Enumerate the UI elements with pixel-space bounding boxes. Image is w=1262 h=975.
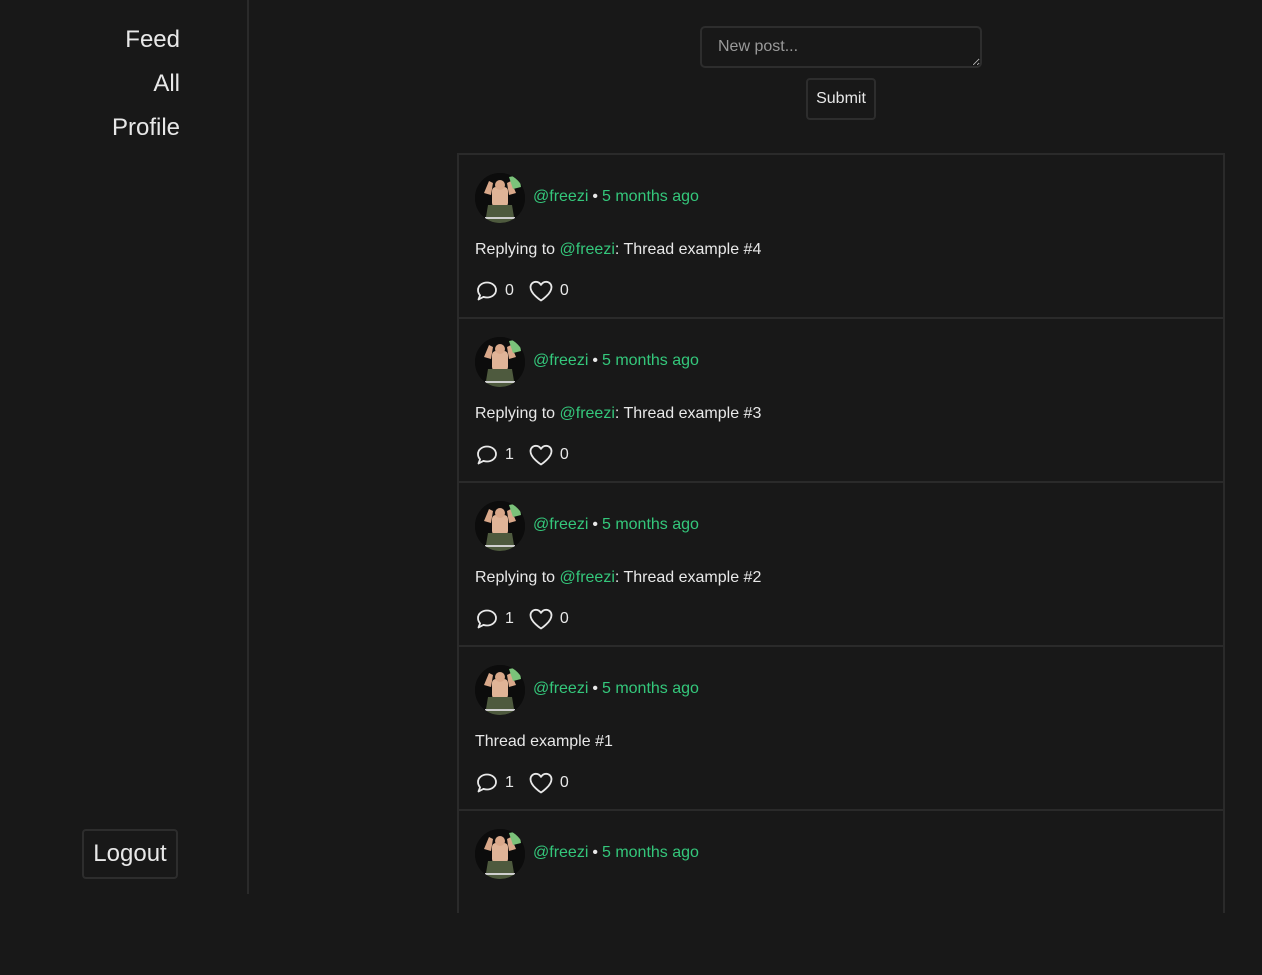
reply-to-handle[interactable]: @freezi (560, 405, 615, 422)
post-card: @freezi • 5 months ago Replying to @freezi… (459, 155, 1223, 319)
heart-icon (529, 280, 553, 302)
reply-prefix: Replying to (475, 405, 560, 422)
post-actions: 0 0 (475, 279, 583, 303)
comment-count: 0 (505, 282, 514, 299)
separator-dot: • (592, 516, 598, 533)
post-content: : Thread example #3 (614, 405, 762, 422)
separator-dot: • (592, 844, 598, 861)
reply-to-handle[interactable]: @freezi (560, 569, 615, 586)
post-text: Replying to @freezi: Thread example #2 (475, 569, 761, 587)
post-timestamp[interactable]: 5 months ago (602, 188, 699, 205)
avatar[interactable] (475, 173, 525, 223)
post-meta: @freezi • 5 months ago (533, 188, 699, 206)
avatar[interactable] (475, 665, 525, 715)
like-button[interactable]: 0 (528, 443, 569, 467)
post-timestamp[interactable]: 5 months ago (602, 844, 699, 861)
post-content: : Thread example #2 (614, 569, 762, 586)
heart-icon (529, 608, 553, 630)
post-card: @freezi • 5 months ago (459, 811, 1223, 975)
heart-icon (529, 772, 553, 794)
like-button[interactable]: 0 (528, 607, 569, 631)
submit-button[interactable]: Submit (806, 78, 876, 120)
like-button[interactable]: 0 (528, 279, 569, 303)
post-actions: 1 0 (475, 607, 583, 631)
reply-prefix: Replying to (475, 569, 560, 586)
post-timestamp[interactable]: 5 months ago (602, 680, 699, 697)
nav-item-profile[interactable]: Profile (112, 114, 180, 142)
post-text: Replying to @freezi: Thread example #3 (475, 405, 761, 423)
comment-button[interactable]: 1 (475, 443, 514, 467)
comment-count: 1 (505, 446, 514, 463)
logout-button[interactable]: Logout (82, 829, 178, 879)
post-timestamp[interactable]: 5 months ago (602, 516, 699, 533)
post-text: Replying to @freezi: Thread example #4 (475, 241, 761, 259)
like-count: 0 (559, 282, 569, 299)
author-handle[interactable]: @freezi (533, 516, 588, 533)
reply-prefix: Replying to (475, 241, 560, 258)
heart-icon (529, 444, 553, 466)
speech-bubble-icon (477, 773, 497, 793)
new-post-input[interactable] (700, 26, 982, 68)
separator-dot: • (592, 680, 598, 697)
post-card: @freezi • 5 months ago Replying to @freezi… (459, 483, 1223, 647)
comment-button[interactable]: 1 (475, 607, 514, 631)
comment-button[interactable]: 1 (475, 771, 514, 795)
author-handle[interactable]: @freezi (533, 188, 588, 205)
reply-to-handle[interactable]: @freezi (560, 241, 615, 258)
post-text: Thread example #1 (475, 733, 613, 751)
separator-dot: • (592, 188, 598, 205)
author-handle[interactable]: @freezi (533, 680, 588, 697)
post-meta: @freezi • 5 months ago (533, 844, 699, 862)
post-meta: @freezi • 5 months ago (533, 516, 699, 534)
nav-item-all[interactable]: All (153, 70, 180, 98)
post-content: Thread example #1 (475, 733, 613, 750)
like-count: 0 (559, 446, 569, 463)
post-meta: @freezi • 5 months ago (533, 352, 699, 370)
post-timestamp[interactable]: 5 months ago (602, 352, 699, 369)
post-actions: 1 0 (475, 771, 583, 795)
like-button[interactable]: 0 (528, 771, 569, 795)
author-handle[interactable]: @freezi (533, 844, 588, 861)
speech-bubble-icon (477, 281, 497, 301)
avatar[interactable] (475, 829, 525, 879)
speech-bubble-icon (477, 445, 497, 465)
avatar[interactable] (475, 501, 525, 551)
post-meta: @freezi • 5 months ago (533, 680, 699, 698)
post-card: @freezi • 5 months ago Thread example #1 1… (459, 647, 1223, 811)
comment-count: 1 (505, 610, 514, 627)
nav-item-feed[interactable]: Feed (125, 26, 180, 54)
post-card: @freezi • 5 months ago Replying to @freezi… (459, 319, 1223, 483)
like-count: 0 (559, 610, 569, 627)
comment-count: 1 (505, 774, 514, 791)
avatar[interactable] (475, 337, 525, 387)
comment-button[interactable]: 0 (475, 279, 514, 303)
author-handle[interactable]: @freezi (533, 352, 588, 369)
post-content: : Thread example #4 (614, 241, 762, 258)
sidebar: Feed All Profile Logout (0, 0, 249, 894)
speech-bubble-icon (477, 609, 497, 629)
separator-dot: • (592, 352, 598, 369)
post-feed: @freezi • 5 months ago Replying to @freezi… (457, 153, 1225, 913)
post-actions: 1 0 (475, 443, 583, 467)
like-count: 0 (559, 774, 569, 791)
